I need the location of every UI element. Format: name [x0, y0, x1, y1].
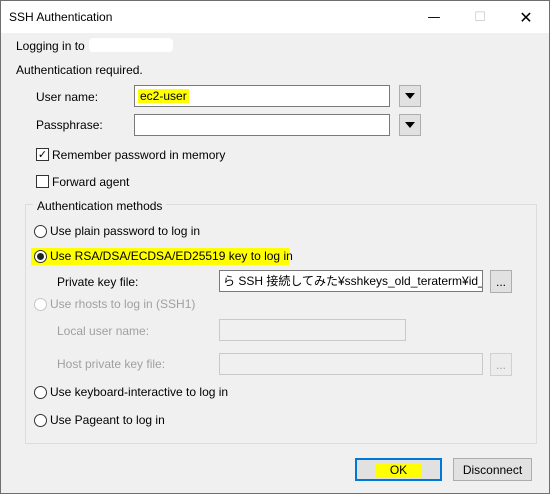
private-key-value: ら SSH 接続してみた¥sshkeys_old_teraterm¥id_rsa [223, 274, 483, 288]
passphrase-label: Passphrase: [36, 118, 103, 132]
private-key-browse-button[interactable]: ... [490, 270, 512, 293]
local-user-input [219, 319, 406, 341]
passphrase-input[interactable] [134, 114, 390, 136]
pageant-label[interactable]: Use Pageant to log in [50, 413, 165, 427]
rsa-key-label[interactable]: Use RSA/DSA/ECDSA/ED25519 key to log in [50, 249, 293, 263]
minimize-icon[interactable]: — [411, 1, 457, 33]
redacted-hostname [89, 38, 173, 52]
remember-password-label[interactable]: Remember password in memory [52, 148, 225, 162]
keyboard-interactive-radio[interactable] [34, 386, 47, 399]
logging-in-label: Logging in to [16, 39, 85, 53]
pageant-radio[interactable] [34, 414, 47, 427]
window-title: SSH Authentication [9, 10, 113, 24]
host-key-label: Host private key file: [57, 357, 166, 371]
local-user-label: Local user name: [57, 324, 150, 338]
ok-button[interactable]: OK [355, 458, 442, 481]
plain-password-radio[interactable] [34, 225, 47, 238]
remember-password-checkbox[interactable]: ✓ [36, 148, 49, 161]
keyboard-interactive-label[interactable]: Use keyboard-interactive to log in [50, 385, 228, 399]
chevron-down-icon [405, 122, 415, 128]
user-name-value: ec2-user [138, 89, 189, 103]
user-name-input[interactable]: ec2-user [134, 85, 390, 107]
plain-password-label[interactable]: Use plain password to log in [50, 224, 200, 238]
disconnect-button[interactable]: Disconnect [453, 458, 532, 481]
passphrase-dropdown[interactable] [399, 114, 421, 136]
close-icon[interactable]: ✕ [503, 1, 549, 33]
auth-methods-title: Authentication methods [33, 199, 167, 213]
rhosts-radio [34, 298, 47, 311]
rsa-key-radio[interactable] [34, 250, 47, 263]
user-name-dropdown[interactable] [399, 85, 421, 107]
forward-agent-checkbox[interactable] [36, 175, 49, 188]
private-key-input[interactable]: ら SSH 接続してみた¥sshkeys_old_teraterm¥id_rsa [219, 270, 483, 292]
title-bar[interactable]: SSH Authentication — ☐ ✕ [1, 1, 549, 33]
ssh-auth-dialog: SSH Authentication — ☐ ✕ Logging in to A… [0, 0, 550, 494]
rhosts-label: Use rhosts to log in (SSH1) [50, 297, 196, 311]
forward-agent-label[interactable]: Forward agent [52, 175, 129, 189]
auth-required-label: Authentication required. [16, 63, 143, 77]
chevron-down-icon [405, 93, 415, 99]
host-key-browse-button: ... [490, 353, 512, 376]
ok-label: OK [375, 462, 422, 477]
host-key-input [219, 353, 483, 375]
maximize-icon: ☐ [474, 9, 486, 25]
private-key-label: Private key file: [57, 275, 139, 289]
user-name-label: User name: [36, 90, 99, 104]
